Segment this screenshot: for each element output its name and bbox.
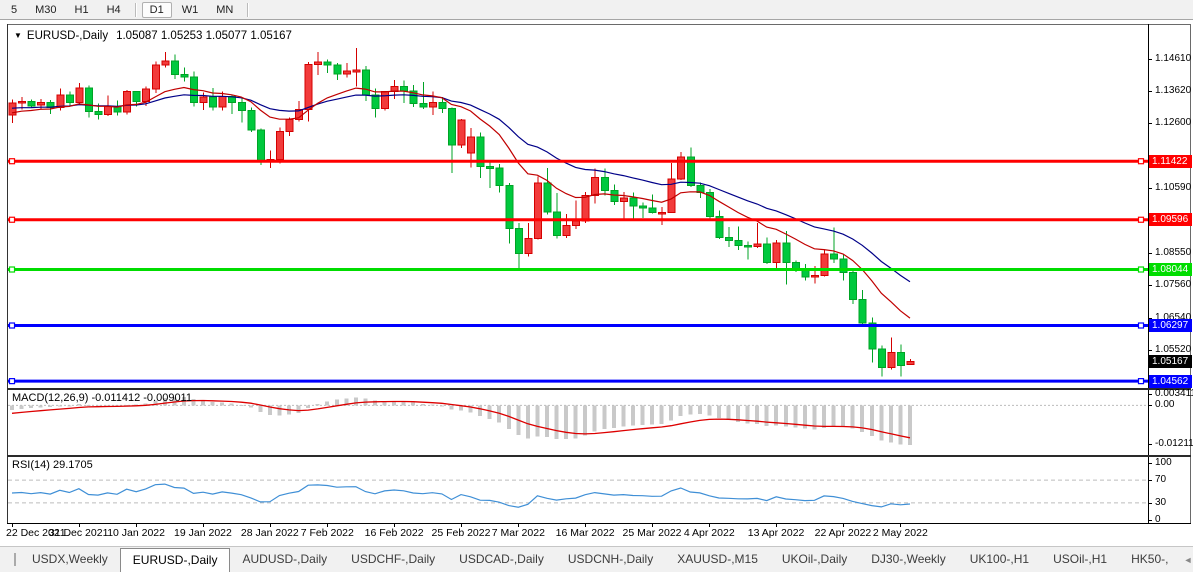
tab-usoil-h1[interactable]: USOil-,H1 bbox=[1041, 547, 1119, 572]
macd-tick-label: 0.00 bbox=[1155, 399, 1174, 411]
level-handle[interactable] bbox=[1139, 159, 1144, 164]
date-tick-label: 13 Apr 2022 bbox=[748, 527, 805, 539]
macd-splitter[interactable] bbox=[7, 388, 1191, 390]
price-tick bbox=[1148, 350, 1152, 351]
price-tick-label: 1.14610 bbox=[1155, 53, 1191, 65]
macd-histogram bbox=[10, 397, 912, 445]
level-line-1.11422[interactable] bbox=[8, 159, 1148, 164]
date-tick-label: 2 May 2022 bbox=[873, 527, 928, 539]
price-tick-label: 1.08550 bbox=[1155, 247, 1191, 259]
rsi-tick bbox=[1148, 463, 1152, 464]
date-tick-label: 28 Jan 2022 bbox=[241, 527, 299, 539]
toolbar-separator bbox=[247, 3, 248, 17]
chart-symbol-label: EURUSD-,Daily bbox=[27, 30, 108, 42]
rsi-tick bbox=[1148, 503, 1152, 504]
tab-xauusd-m15[interactable]: XAUUSD-,M15 bbox=[665, 547, 770, 572]
collapse-chart-icon[interactable]: ▼ bbox=[14, 31, 22, 40]
timeframe-button-m30[interactable]: M30 bbox=[27, 2, 64, 18]
date-tick-label: 25 Feb 2022 bbox=[431, 527, 490, 539]
macd-tick bbox=[1148, 405, 1152, 406]
price-tick bbox=[1148, 91, 1152, 92]
date-tick-label: 7 Feb 2022 bbox=[301, 527, 354, 539]
level-line-1.06297[interactable] bbox=[8, 323, 1148, 328]
level-handle[interactable] bbox=[10, 323, 15, 328]
rsi-tick-label: 70 bbox=[1155, 474, 1166, 486]
rsi-line bbox=[12, 484, 910, 507]
macd-tick bbox=[1148, 394, 1152, 395]
level-price-badge: 1.11422 bbox=[1149, 155, 1192, 168]
symbol-tabbar: USDX,WeeklyEURUSD-,DailyAUDUSD-,DailyUSD… bbox=[0, 546, 1193, 572]
date-tick-label: 7 Mar 2022 bbox=[492, 527, 545, 539]
price-tick-label: 1.13620 bbox=[1155, 85, 1191, 97]
tab-scroll-left-icon[interactable]: ◄ bbox=[1180, 555, 1193, 565]
level-handle[interactable] bbox=[10, 267, 15, 272]
timeframe-button-5[interactable]: 5 bbox=[3, 2, 25, 18]
price-tick bbox=[1148, 59, 1152, 60]
level-price-badge: 1.06297 bbox=[1149, 319, 1192, 332]
macd-tick bbox=[1148, 444, 1152, 445]
level-handle[interactable] bbox=[10, 217, 15, 222]
date-tick-label: 19 Jan 2022 bbox=[174, 527, 232, 539]
rsi-canvas[interactable] bbox=[8, 457, 1148, 523]
date-tick-label: 10 Jan 2022 bbox=[107, 527, 165, 539]
macd-label: MACD(12,26,9) -0.011412 -0.009011 bbox=[12, 392, 192, 404]
price-tick-label: 1.12600 bbox=[1155, 117, 1191, 129]
toolbar-separator bbox=[135, 3, 136, 17]
rsi-tick-label: 30 bbox=[1155, 497, 1166, 509]
price-tick bbox=[1148, 285, 1152, 286]
level-handle[interactable] bbox=[1139, 267, 1144, 272]
rsi-tick bbox=[1148, 480, 1152, 481]
timeframe-button-h4[interactable]: H4 bbox=[99, 2, 129, 18]
level-handle[interactable] bbox=[1139, 217, 1144, 222]
timeframe-toolbar: 5M30H1H4 D1W1MN bbox=[0, 0, 1193, 20]
price-tick bbox=[1148, 188, 1152, 189]
tab-ukoil-daily[interactable]: UKOil-,Daily bbox=[770, 547, 859, 572]
rsi-label: RSI(14) 29.1705 bbox=[12, 459, 93, 471]
date-tick-label: 22 Apr 2022 bbox=[815, 527, 872, 539]
date-axis-border bbox=[7, 523, 1191, 524]
candles bbox=[9, 48, 914, 377]
date-tick-label: 16 Feb 2022 bbox=[365, 527, 424, 539]
level-line-1.04562[interactable] bbox=[8, 379, 1148, 384]
date-tick-label: 31 Dec 2021 bbox=[49, 527, 109, 539]
current-price-badge: 1.05167 bbox=[1149, 355, 1192, 368]
timeframe-button-w1[interactable]: W1 bbox=[174, 2, 207, 18]
rsi-tick-label: 0 bbox=[1155, 514, 1161, 526]
level-price-badge: 1.09596 bbox=[1149, 213, 1192, 226]
timeframe-button-d1[interactable]: D1 bbox=[142, 2, 172, 18]
rsi-tick-label: 100 bbox=[1155, 457, 1172, 469]
price-chart-canvas[interactable] bbox=[8, 25, 1148, 388]
chart-header: ▼ EURUSD-,Daily 1.05087 1.05253 1.05077 1.… bbox=[14, 30, 292, 42]
level-price-badge: 1.08044 bbox=[1149, 263, 1192, 276]
tab-audusd-daily[interactable]: AUDUSD-,Daily bbox=[230, 547, 339, 572]
price-tick-label: 1.10590 bbox=[1155, 182, 1191, 194]
level-price-badge: 1.04562 bbox=[1149, 375, 1192, 388]
level-handle[interactable] bbox=[1139, 323, 1144, 328]
tab-dj30-weekly[interactable]: DJ30-,Weekly bbox=[859, 547, 957, 572]
level-handle[interactable] bbox=[1139, 379, 1144, 384]
chart-ohlc-quote: 1.05087 1.05253 1.05077 1.05167 bbox=[116, 30, 292, 42]
macd-tick-label: -0.012118 bbox=[1155, 438, 1193, 450]
level-line-1.08044[interactable] bbox=[8, 267, 1148, 272]
tabbar-grip bbox=[14, 553, 16, 566]
tab-usdchf-daily[interactable]: USDCHF-,Daily bbox=[339, 547, 447, 572]
tab-usdx-weekly[interactable]: USDX,Weekly bbox=[20, 547, 120, 572]
tab-hk50[interactable]: HK50-, bbox=[1119, 547, 1180, 572]
rsi-tick bbox=[1148, 520, 1152, 521]
date-tick-label: 25 Mar 2022 bbox=[623, 527, 682, 539]
level-handle[interactable] bbox=[10, 159, 15, 164]
date-tick-label: 16 Mar 2022 bbox=[556, 527, 615, 539]
level-handle[interactable] bbox=[10, 379, 15, 384]
tab-usdcnh-daily[interactable]: USDCNH-,Daily bbox=[556, 547, 665, 572]
date-tick-label: 4 Apr 2022 bbox=[684, 527, 735, 539]
price-tick-label: 1.07560 bbox=[1155, 279, 1191, 291]
price-tick bbox=[1148, 123, 1152, 124]
timeframe-button-h1[interactable]: H1 bbox=[67, 2, 97, 18]
tab-usdcad-daily[interactable]: USDCAD-,Daily bbox=[447, 547, 556, 572]
timeframe-button-mn[interactable]: MN bbox=[208, 2, 241, 18]
tab-uk100-h1[interactable]: UK100-,H1 bbox=[958, 547, 1041, 572]
price-tick bbox=[1148, 253, 1152, 254]
tab-eurusd-daily[interactable]: EURUSD-,Daily bbox=[120, 548, 231, 572]
